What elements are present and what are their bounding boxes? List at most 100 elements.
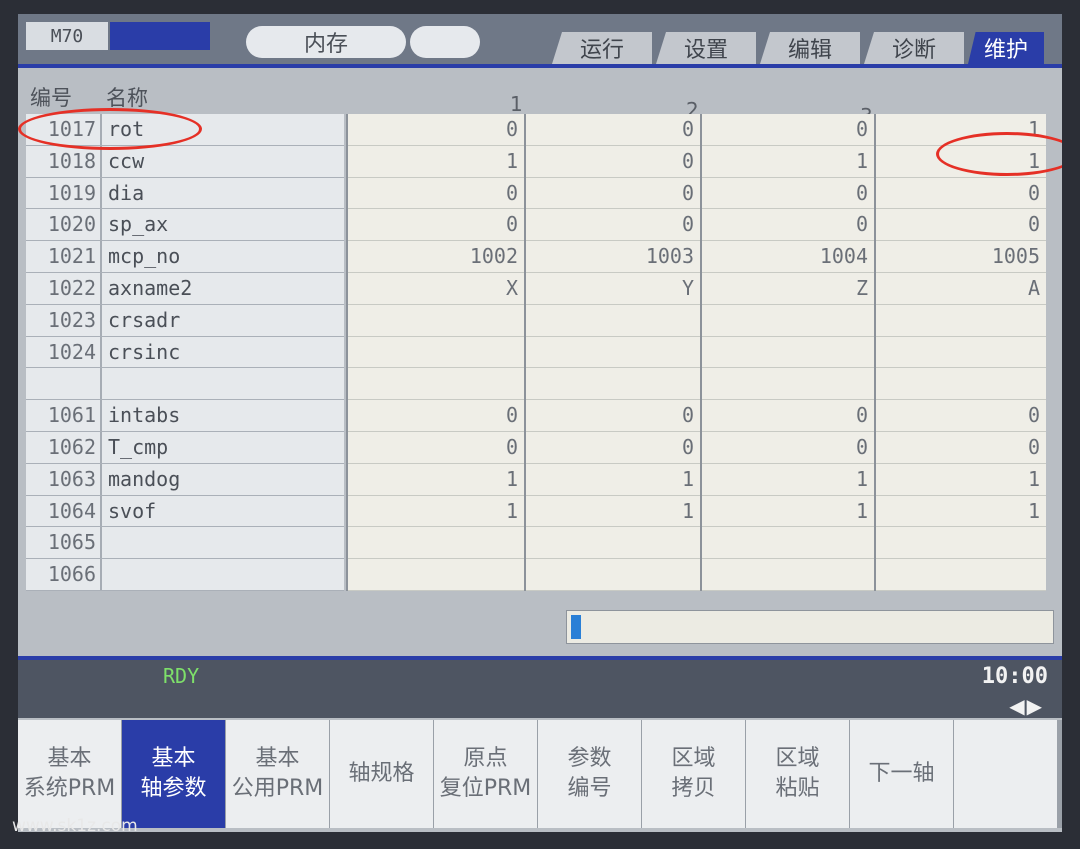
parameter-value-cell[interactable]: 0 bbox=[526, 114, 700, 146]
parameter-value-cell[interactable]: 0 bbox=[702, 209, 874, 242]
parameter-number: 1063 bbox=[26, 463, 102, 495]
parameter-value-cell[interactable]: 0 bbox=[526, 209, 700, 242]
softkey-3[interactable]: 基本 公用PRM bbox=[226, 720, 329, 828]
parameter-value-cell[interactable]: 0 bbox=[876, 400, 1046, 432]
parameter-name: svof bbox=[108, 498, 157, 523]
table-row[interactable]: 1063 mandog bbox=[26, 463, 344, 496]
tab-maintenance[interactable]: 维护 bbox=[968, 32, 1044, 64]
parameter-value-cell[interactable] bbox=[526, 368, 700, 401]
table-row[interactable]: 1021 mcp_no bbox=[26, 241, 344, 273]
parameter-number: 1065 bbox=[26, 527, 102, 559]
softkey-5[interactable]: 原点 复位PRM bbox=[434, 720, 537, 828]
parameter-value-cell[interactable]: 1 bbox=[702, 146, 874, 178]
table-row[interactable]: 1023 crsadr bbox=[26, 304, 344, 337]
axis-column-3: 0 1 0 0 1004 Z 0 0 1 1 bbox=[700, 114, 874, 591]
parameter-value-cell[interactable]: 0 bbox=[876, 178, 1046, 210]
table-row[interactable]: 1019 dia bbox=[26, 177, 344, 210]
parameter-value-cell[interactable] bbox=[702, 305, 874, 337]
parameter-value-cell[interactable] bbox=[526, 305, 700, 337]
parameter-name: T_cmp bbox=[108, 434, 169, 459]
table-row[interactable]: 1064 svof bbox=[26, 495, 344, 528]
softkey-4[interactable]: 轴规格 bbox=[330, 720, 433, 828]
parameter-value-cell[interactable]: 0 bbox=[702, 432, 874, 464]
parameter-value-cell[interactable]: Y bbox=[526, 273, 700, 305]
softkey-10[interactable] bbox=[954, 720, 1057, 828]
tab-setup[interactable]: 设置 bbox=[656, 32, 756, 64]
table-row[interactable]: 1022 axname2 bbox=[26, 272, 344, 305]
softkey-9[interactable]: 下一轴 bbox=[850, 720, 953, 828]
parameter-value-cell[interactable]: 0 bbox=[702, 114, 874, 146]
parameter-value-cell[interactable]: 0 bbox=[526, 400, 700, 432]
parameter-value-cell[interactable] bbox=[876, 337, 1046, 369]
parameter-value-cell[interactable]: 1 bbox=[526, 496, 700, 528]
parameter-value-cell[interactable] bbox=[702, 527, 874, 560]
parameter-value-cell[interactable] bbox=[348, 305, 524, 337]
parameter-value-cell[interactable] bbox=[348, 559, 524, 591]
parameter-value-cell[interactable]: 1 bbox=[876, 496, 1046, 528]
softkey-6[interactable]: 参数 编号 bbox=[538, 720, 641, 828]
table-row[interactable]: 1065 bbox=[26, 527, 344, 560]
parameter-value-cell[interactable] bbox=[526, 337, 700, 369]
parameter-value-cell[interactable] bbox=[348, 337, 524, 369]
parameter-name: mandog bbox=[108, 466, 181, 491]
parameter-value-cell[interactable]: 0 bbox=[702, 400, 874, 432]
softkey-1[interactable]: 基本 系统PRM bbox=[18, 720, 121, 828]
tab-run[interactable]: 运行 bbox=[552, 32, 652, 64]
parameter-value-cell[interactable] bbox=[876, 559, 1046, 591]
softkey-8[interactable]: 区域 粘贴 bbox=[746, 720, 849, 828]
table-row[interactable]: 1066 bbox=[26, 559, 344, 591]
parameter-value-cell[interactable] bbox=[876, 527, 1046, 560]
parameter-value-cell[interactable]: 1 bbox=[348, 496, 524, 528]
parameter-value-cell[interactable] bbox=[348, 368, 524, 401]
parameter-value-cell[interactable]: 0 bbox=[348, 209, 524, 242]
page-arrows-icon[interactable]: ◀▶ bbox=[1009, 694, 1044, 718]
table-row[interactable]: 1024 crsinc bbox=[26, 336, 344, 369]
parameter-value-cell[interactable]: Z bbox=[702, 273, 874, 305]
function-tabs: 运行 设置 编辑 诊断 维护 bbox=[548, 32, 1044, 66]
parameter-value-cell[interactable]: 1003 bbox=[526, 241, 700, 273]
table-row[interactable]: 1020 sp_ax bbox=[26, 209, 344, 242]
parameter-value-cell[interactable]: 0 bbox=[702, 178, 874, 210]
table-row[interactable]: 1062 T_cmp bbox=[26, 431, 344, 464]
parameter-value-cell[interactable]: 1002 bbox=[348, 241, 524, 273]
parameter-value-cell[interactable]: 1005 bbox=[876, 241, 1046, 273]
parameter-value-cell[interactable]: 0 bbox=[348, 432, 524, 464]
memory-mode-indicator: 内存 bbox=[246, 26, 406, 58]
parameter-value-cell[interactable] bbox=[876, 368, 1046, 401]
softkey-7[interactable]: 区域 拷贝 bbox=[642, 720, 745, 828]
table-row[interactable]: 1018 ccw bbox=[26, 145, 344, 178]
parameter-value-cell[interactable]: 0 bbox=[348, 400, 524, 432]
parameter-value-cell[interactable]: 0 bbox=[348, 114, 524, 146]
parameter-value-cell[interactable]: 0 bbox=[876, 209, 1046, 242]
parameter-value-cell[interactable] bbox=[526, 527, 700, 560]
softkey-label-line2: 拷贝 bbox=[671, 776, 716, 801]
parameter-value-cell[interactable]: 0 bbox=[526, 178, 700, 210]
table-row[interactable]: 1061 intabs bbox=[26, 400, 344, 432]
tab-edit[interactable]: 编辑 bbox=[760, 32, 860, 64]
parameter-value-cell[interactable]: 1 bbox=[348, 146, 524, 178]
parameter-value-cell[interactable]: X bbox=[348, 273, 524, 305]
parameter-value-cell[interactable]: 1 bbox=[702, 464, 874, 496]
parameter-value-cell[interactable] bbox=[702, 368, 874, 401]
parameter-value-cell[interactable]: A bbox=[876, 273, 1046, 305]
parameter-value-cell[interactable]: 0 bbox=[526, 432, 700, 464]
parameter-value-cell[interactable]: 1 bbox=[348, 464, 524, 496]
parameter-value-cell[interactable]: 1 bbox=[702, 496, 874, 528]
parameter-value-cell[interactable]: 0 bbox=[348, 178, 524, 210]
parameter-value-cell[interactable] bbox=[526, 559, 700, 591]
table-row[interactable] bbox=[26, 368, 344, 401]
parameter-value-cell[interactable] bbox=[702, 337, 874, 369]
softkey-2[interactable]: 基本 轴参数 bbox=[122, 720, 225, 828]
parameter-value-cell[interactable]: 0 bbox=[526, 146, 700, 178]
parameter-value-cell[interactable] bbox=[348, 527, 524, 560]
parameter-value-cell[interactable] bbox=[702, 559, 874, 591]
parameter-value-cell[interactable]: 0 bbox=[876, 432, 1046, 464]
parameter-value-cell[interactable]: 1 bbox=[526, 464, 700, 496]
setting-input-field[interactable] bbox=[566, 610, 1054, 644]
top-divider bbox=[18, 64, 1062, 68]
tab-diagnosis[interactable]: 诊断 bbox=[864, 32, 964, 64]
parameter-value-cell[interactable]: 1004 bbox=[702, 241, 874, 273]
parameter-value-cell[interactable]: 1 bbox=[876, 464, 1046, 496]
softkey-label-line1: 基本 bbox=[255, 746, 300, 771]
parameter-value-cell[interactable] bbox=[876, 305, 1046, 337]
